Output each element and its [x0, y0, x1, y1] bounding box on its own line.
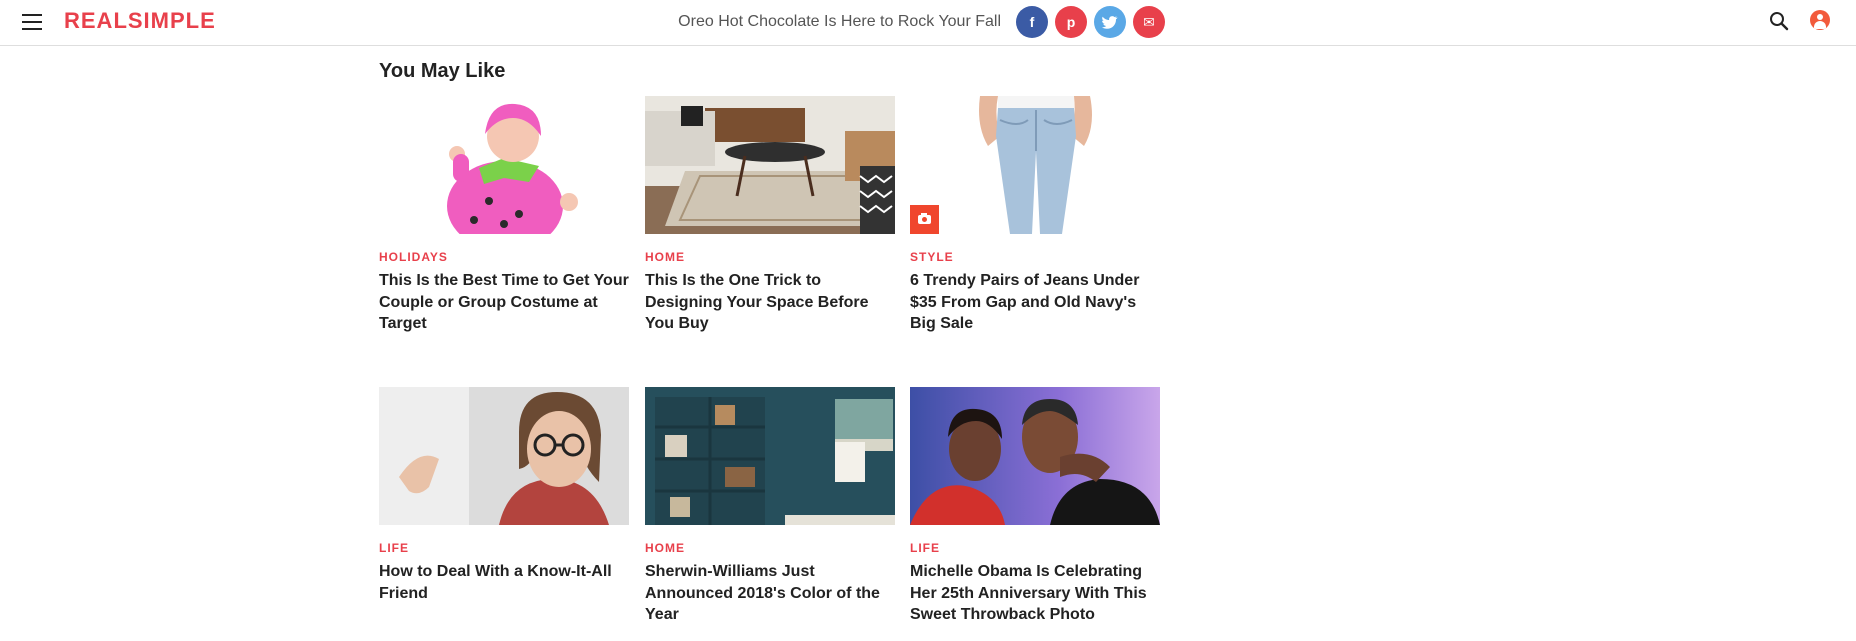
- article-category[interactable]: HOME: [645, 541, 895, 555]
- menu-icon[interactable]: [22, 14, 42, 30]
- article-category[interactable]: STYLE: [910, 250, 1160, 264]
- article-title[interactable]: How to Deal With a Know-It-All Friend: [379, 561, 629, 604]
- top-nav-bar: REALSIMPLE Oreo Hot Chocolate Is Here to…: [0, 0, 1856, 46]
- article-card[interactable]: LIFE Michelle Obama Is Celebrating Her 2…: [910, 387, 1160, 626]
- article-category[interactable]: HOLIDAYS: [379, 250, 629, 264]
- pinterest-share-button[interactable]: p: [1055, 6, 1087, 38]
- article-card[interactable]: STYLE 6 Trendy Pairs of Jeans Under $35 …: [910, 96, 1160, 335]
- article-title[interactable]: Sherwin-Williams Just Announced 2018's C…: [645, 561, 895, 626]
- article-image-couple-dancing[interactable]: [910, 387, 1160, 525]
- site-logo[interactable]: REALSIMPLE: [64, 8, 216, 34]
- article-image-teal-bookshelf-room[interactable]: [645, 387, 895, 525]
- article-title[interactable]: Michelle Obama Is Celebrating Her 25th A…: [910, 561, 1160, 626]
- email-share-button[interactable]: ✉: [1133, 6, 1165, 38]
- article-title[interactable]: 6 Trendy Pairs of Jeans Under $35 From G…: [910, 270, 1160, 335]
- user-icon[interactable]: [1810, 10, 1830, 30]
- twitter-icon: [1102, 16, 1118, 29]
- twitter-share-button[interactable]: [1094, 6, 1126, 38]
- article-category[interactable]: LIFE: [379, 541, 629, 555]
- article-card[interactable]: LIFE How to Deal With a Know-It-All Frie…: [379, 387, 629, 604]
- article-image-woman-glasses[interactable]: [379, 387, 629, 525]
- article-card[interactable]: HOME Sherwin-Williams Just Announced 201…: [645, 387, 895, 626]
- article-title[interactable]: This Is the One Trick to Designing Your …: [645, 270, 895, 335]
- article-image-baby-strawberry-costume[interactable]: [379, 96, 629, 234]
- article-image-jeans[interactable]: [910, 96, 1160, 234]
- article-title[interactable]: This Is the Best Time to Get Your Couple…: [379, 270, 629, 335]
- article-card[interactable]: HOME This Is the One Trick to Designing …: [645, 96, 895, 335]
- article-category[interactable]: LIFE: [910, 541, 1160, 555]
- article-card[interactable]: HOLIDAYS This Is the Best Time to Get Yo…: [379, 96, 629, 335]
- article-image-living-room-rug[interactable]: [645, 96, 895, 234]
- article-headline: Oreo Hot Chocolate Is Here to Rock Your …: [678, 13, 1001, 30]
- article-category[interactable]: HOME: [645, 250, 895, 264]
- search-icon[interactable]: [1768, 10, 1790, 32]
- facebook-share-button[interactable]: f: [1016, 6, 1048, 38]
- section-title: You May Like: [379, 60, 506, 82]
- camera-icon: [910, 205, 939, 234]
